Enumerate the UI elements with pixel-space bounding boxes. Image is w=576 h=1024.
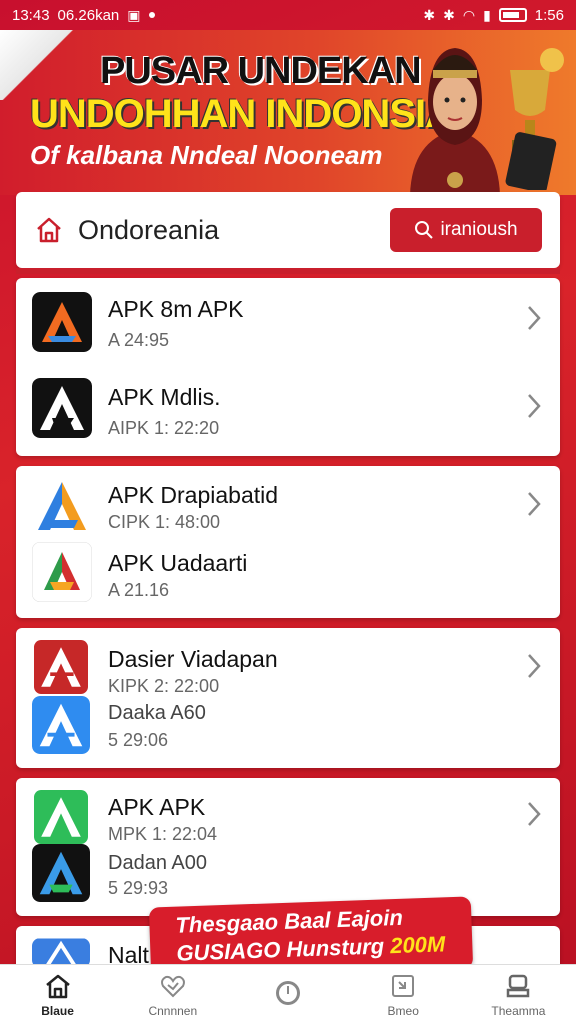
nav-home[interactable]: Blaue — [0, 965, 115, 1024]
chevron-right-icon — [528, 802, 541, 826]
signal-icon: ▮ — [483, 6, 491, 23]
search-icon — [415, 221, 434, 239]
wifi-icon: ◠ — [462, 6, 476, 23]
heart-icon — [160, 975, 185, 997]
nav-profile[interactable]: Theamma — [461, 965, 576, 1024]
blue-a-icon — [32, 696, 90, 754]
nav-label: Blaue — [41, 1003, 74, 1018]
home-icon — [45, 974, 70, 998]
item-title: APK Uadaarti — [108, 550, 248, 576]
list-item[interactable]: Dasier Viadapan KIPK 2: 22:00 — [16, 628, 560, 696]
item-title: Daaka A60 — [108, 702, 206, 724]
tri-color-a-icon — [32, 542, 92, 602]
item-title: APK Mdlis. — [108, 384, 221, 410]
search-card-title: Ondoreania — [78, 214, 220, 245]
item-title: APK Drapiabatid — [108, 482, 279, 508]
orange-a-icon — [32, 292, 92, 352]
home-icon — [37, 217, 61, 243]
item-title: APK APK — [108, 794, 206, 820]
item-subtitle: AIPK 1: 22:20 — [108, 418, 220, 438]
item-subtitle: A 21.16 — [108, 580, 170, 600]
item-subtitle: CIPK 1: 48:00 — [108, 512, 221, 532]
trophy-and-phone-icon — [505, 48, 564, 190]
item-subtitle: 5 29:06 — [108, 730, 169, 750]
status-bar: 13:43 06.26kan ▣ ✱ ✱ ◠ ▮ 1:56 — [0, 0, 576, 30]
nav-downloads[interactable]: Bmeo — [346, 965, 461, 1024]
nav-label: Cnnnnen — [148, 1003, 198, 1018]
dark-a-icon — [32, 844, 90, 902]
app-card: Dasier Viadapan KIPK 2: 22:00 Daaka A60 … — [16, 628, 560, 768]
nav-favorites[interactable]: Cnnnnen — [115, 965, 230, 1024]
bottom-nav: Blaue Cnnnnen Bmeo Theamma — [0, 964, 576, 1024]
banner-title-primary: PUSAR UNDEKAN — [100, 50, 422, 92]
list-item[interactable]: APK Mdlis. AIPK 1: 22:20 — [16, 366, 560, 454]
bluetooth-icon-2: ✱ — [443, 6, 455, 23]
app-card: APK 8m APK A 24:95 APK Mdlis. AIPK 1: 22… — [16, 278, 560, 456]
red-a-icon — [34, 640, 88, 694]
item-subtitle: MPK 1: 22:04 — [108, 824, 218, 844]
nav-label: Bmeo — [387, 1003, 419, 1018]
app-card: APK APK MPK 1: 22:04 Dadan A00 5 29:93 — [16, 778, 560, 916]
chevron-right-icon — [528, 492, 541, 516]
search-card: Ondoreania iranioush — [16, 192, 560, 268]
green-a-icon — [34, 790, 88, 844]
chevron-right-icon — [528, 394, 541, 418]
item-subtitle: KIPK 2: 22:00 — [108, 676, 220, 696]
image-icon: ▣ — [127, 6, 141, 23]
bluetooth-icon: ✱ — [423, 6, 436, 23]
item-subtitle: 5 29:93 — [108, 878, 169, 898]
multicolor-a-icon — [32, 476, 92, 536]
app-card: APK Drapiabatid CIPK 1: 48:00 APK Uadaar… — [16, 466, 560, 618]
page-curl-decoration — [0, 30, 90, 100]
profile-icon — [507, 974, 530, 997]
clock-icon — [276, 980, 300, 1005]
status-time: 13:43 — [12, 6, 50, 24]
banner-title-secondary: UNDOHHAN INDONSIA — [30, 92, 454, 136]
list-item[interactable]: APK 8m APK A 24:95 — [16, 278, 560, 366]
status-clock-right: 1:56 — [534, 6, 564, 24]
promo-line-2-text: GUSIAGO Hunsturg — [176, 933, 391, 966]
status-carrier: 06.26kan — [57, 6, 120, 24]
hero-banner[interactable]: PUSAR UNDEKAN UNDOHHAN INDONSIA Of kalba… — [0, 30, 576, 195]
item-title: APK 8m APK — [108, 296, 244, 322]
chevron-right-icon — [528, 654, 541, 678]
item-subtitle: A 24:95 — [108, 330, 170, 350]
battery-icon — [498, 8, 527, 22]
item-title: Dadan A00 — [108, 852, 207, 874]
list-item[interactable]: Daaka A60 5 29:06 — [16, 696, 560, 766]
download-icon — [392, 974, 415, 997]
list-item[interactable]: APK APK MPK 1: 22:04 — [16, 778, 560, 844]
item-title: Dasier Viadapan — [108, 646, 278, 672]
chevron-right-icon — [528, 306, 541, 330]
black-a-icon — [32, 378, 92, 438]
nav-history[interactable] — [230, 965, 345, 1024]
nav-label: Theamma — [491, 1003, 546, 1018]
list-item[interactable]: APK Uadaarti A 21.16 — [16, 540, 560, 618]
divider — [16, 268, 560, 274]
search-button-label: iranioush — [440, 219, 518, 240]
search-button[interactable]: iranioush — [390, 208, 542, 252]
notification-dot-icon — [148, 12, 155, 18]
promo-highlight: 200M — [389, 931, 446, 959]
banner-subtitle: Of kalbana Nndeal Nooneam — [30, 140, 383, 170]
list-item[interactable]: APK Drapiabatid CIPK 1: 48:00 — [16, 466, 560, 540]
